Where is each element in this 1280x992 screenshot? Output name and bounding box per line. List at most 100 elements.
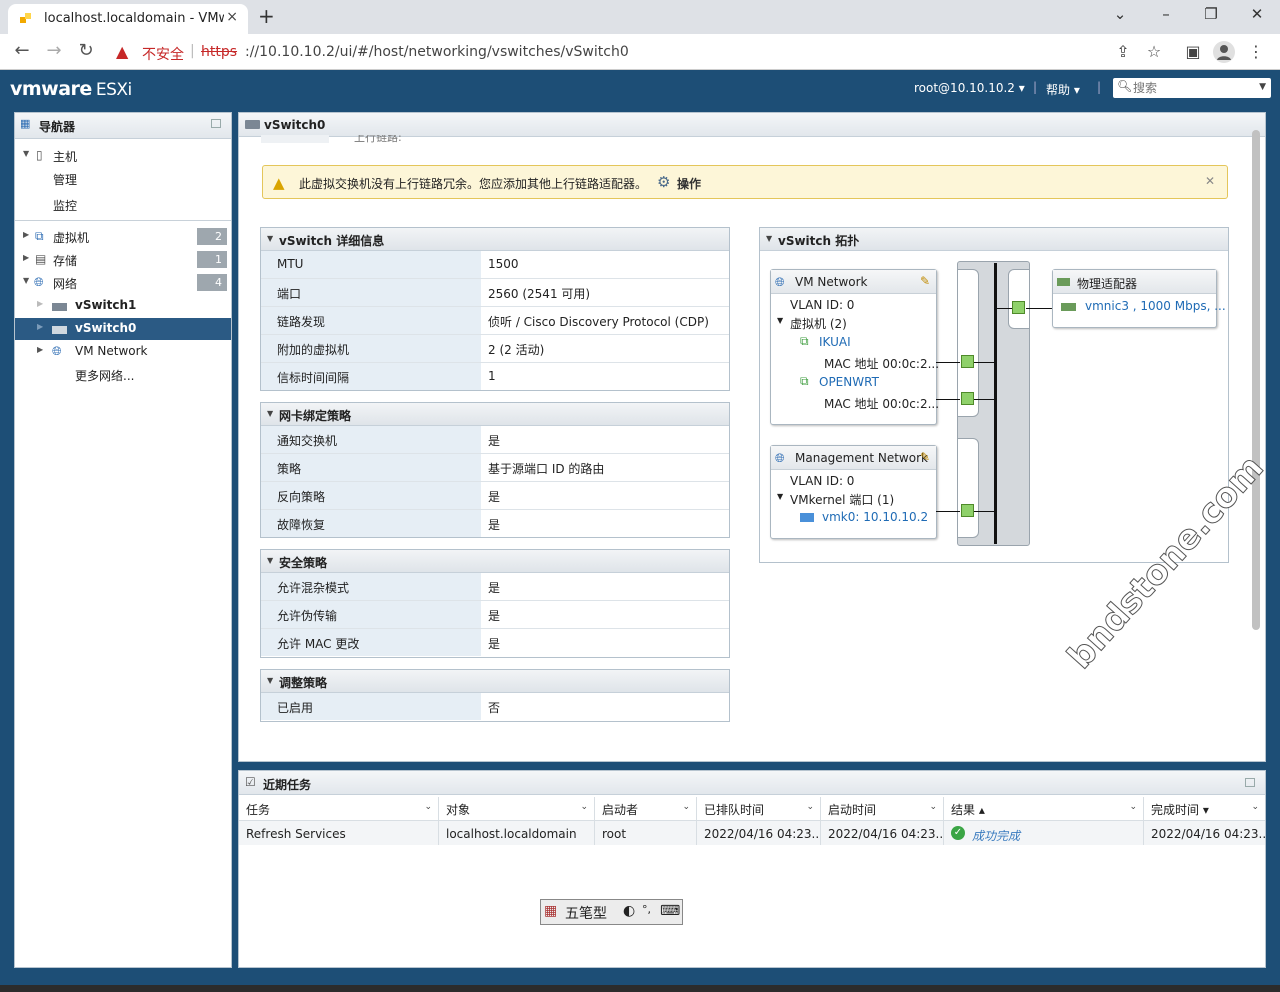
- browser-menu-icon[interactable]: ⋮: [1245, 42, 1267, 61]
- nav-item-storage[interactable]: ▶ ▤ 存储 1: [15, 249, 231, 271]
- close-icon[interactable]: ✕: [1205, 174, 1215, 188]
- nav-item-networking[interactable]: ▼ 🌐︎ 网络 4: [15, 272, 231, 294]
- nav-item-host[interactable]: ▼ ▯ 主机: [15, 145, 231, 167]
- connector-line: [936, 362, 960, 363]
- minimize-panel-icon[interactable]: [211, 119, 221, 128]
- url-field[interactable]: ▲ 不安全 | https ://10.10.10.2/ui/#/host/ne…: [108, 37, 1108, 67]
- chevron-down-icon[interactable]: ⌄: [1129, 802, 1137, 812]
- nav-item-vswitch1[interactable]: ▶ vSwitch1: [15, 295, 231, 317]
- nav-item-vm-network[interactable]: ▶ 🌐︎ VM Network: [15, 341, 231, 363]
- column-label: 启动时间: [828, 803, 877, 817]
- column-header-queued[interactable]: 已排队时间 ⌄: [697, 797, 821, 821]
- switch-port-icon[interactable]: [961, 392, 974, 405]
- property-value: 1: [488, 369, 496, 383]
- collapse-arrow-icon[interactable]: ▼: [267, 409, 273, 418]
- expand-arrow-icon[interactable]: ▼: [23, 276, 29, 285]
- new-tab-button[interactable]: +: [258, 4, 275, 28]
- reload-icon[interactable]: ↻: [74, 40, 98, 61]
- collapse-arrow-icon[interactable]: ▼: [267, 556, 273, 565]
- nav-item-vms[interactable]: ▶ ⧉ 虚拟机 2: [15, 226, 231, 248]
- panel-header[interactable]: ▼ vSwitch 拓扑: [760, 228, 1228, 251]
- property-row: 反向策略是: [261, 482, 729, 510]
- url-path: ://10.10.10.2/ui/#/host/networking/vswit…: [245, 44, 629, 60]
- sidebar-icon[interactable]: ▣: [1182, 42, 1204, 61]
- chevron-down-icon[interactable]: ⌄: [1251, 802, 1259, 812]
- share-icon[interactable]: ⇪: [1112, 42, 1134, 61]
- ime-punct-icon[interactable]: °,: [642, 903, 651, 916]
- actions-button[interactable]: 操作: [677, 175, 701, 192]
- vm-icon: ⧉: [35, 229, 44, 243]
- expand-arrow-icon[interactable]: ▶: [37, 299, 43, 308]
- search-box[interactable]: 🔍︎ ▼: [1113, 78, 1271, 98]
- vm-link-ikuai[interactable]: IKUAI: [819, 335, 851, 349]
- vswitch-port-slot: [957, 438, 979, 538]
- panel-header[interactable]: ▼ vSwitch 详细信息: [261, 228, 729, 251]
- result-text: 成功完成: [972, 829, 1021, 843]
- column-header-initiator[interactable]: 启动者 ⌄: [595, 797, 697, 821]
- user-menu[interactable]: root@10.10.10.2 ▾: [914, 81, 1025, 95]
- collapse-arrow-icon[interactable]: ▼: [267, 234, 273, 243]
- column-header-completed[interactable]: 完成时间 ▾ ⌄: [1144, 797, 1265, 821]
- help-menu[interactable]: 帮助 ▾: [1046, 81, 1080, 98]
- expand-arrow-icon[interactable]: ▶: [23, 253, 29, 262]
- expand-arrow-icon[interactable]: ▼: [777, 492, 783, 501]
- nav-item-vswitch0[interactable]: ▶ vSwitch0: [15, 318, 231, 340]
- expand-arrow-icon[interactable]: ▶: [37, 322, 43, 331]
- collapse-arrow-icon[interactable]: ▼: [766, 234, 772, 243]
- collapse-arrow-icon[interactable]: ▼: [267, 676, 273, 685]
- edit-pencil-icon[interactable]: ✎: [920, 274, 930, 288]
- search-icon: 🔍︎: [1117, 79, 1133, 93]
- ime-status-bar[interactable]: ▦ 五笔型 ◐ °, ⌨: [540, 899, 683, 925]
- expand-arrow-icon[interactable]: ▶: [23, 230, 29, 239]
- uplink-port-icon[interactable]: [1012, 301, 1025, 314]
- column-header-object[interactable]: 对象 ⌄: [439, 797, 595, 821]
- warning-icon[interactable]: ▲: [116, 42, 128, 61]
- nav-item-monitor[interactable]: 监控: [15, 194, 231, 216]
- panel-header[interactable]: ▼ 调整策略: [261, 670, 729, 693]
- gear-icon[interactable]: ⚙: [657, 173, 670, 191]
- tab-close-icon[interactable]: ×: [226, 9, 238, 25]
- expand-arrow-icon[interactable]: ▶: [37, 345, 43, 354]
- profile-avatar-icon[interactable]: [1213, 41, 1235, 63]
- search-input[interactable]: [1133, 80, 1253, 95]
- forward-icon[interactable]: →: [42, 40, 66, 61]
- vmnic-link[interactable]: vmnic3 , 1000 Mbps, ...: [1085, 299, 1226, 313]
- chevron-down-icon[interactable]: ⌄: [580, 802, 588, 812]
- expand-arrow-icon[interactable]: ▼: [777, 316, 783, 325]
- ime-moon-icon[interactable]: ◐: [623, 903, 635, 919]
- switch-port-icon[interactable]: [961, 504, 974, 517]
- chevron-down-icon[interactable]: ⌄: [806, 802, 814, 812]
- close-window-button[interactable]: ✕: [1247, 5, 1267, 23]
- bookmark-star-icon[interactable]: ☆: [1143, 42, 1165, 61]
- restore-button[interactable]: ❐: [1201, 5, 1221, 23]
- chevron-down-icon[interactable]: ⌄: [424, 802, 432, 812]
- physical-adapters-box[interactable]: 物理适配器 vmnic3 , 1000 Mbps, ...: [1052, 269, 1226, 328]
- security-label[interactable]: 不安全: [142, 44, 184, 64]
- panel-header[interactable]: ▼ 网卡绑定策略: [261, 403, 729, 426]
- back-icon[interactable]: ←: [10, 40, 34, 61]
- tab-search-icon[interactable]: ⌄: [1110, 5, 1130, 23]
- minimize-button[interactable]: –: [1156, 5, 1176, 23]
- vmk-link[interactable]: vmk0: 10.10.10.2: [822, 510, 928, 524]
- browser-tab[interactable]: localhost.localdomain - VMware ESXi ×: [8, 4, 248, 34]
- panel-header[interactable]: ▼ 安全策略: [261, 550, 729, 573]
- expand-arrow-icon[interactable]: ▼: [23, 149, 29, 158]
- nav-item-more-networks[interactable]: 更多网络...: [15, 364, 231, 386]
- minimize-panel-icon[interactable]: [1245, 778, 1255, 787]
- column-header-started[interactable]: 启动时间 ⌄: [821, 797, 944, 821]
- portgroup-vm-network[interactable]: 🌐︎ VM Network ✎ VLAN ID: 0 ▼ 虚拟机 (2) ⧉ IKU…: [770, 269, 939, 425]
- ime-keyboard-icon[interactable]: ⌨: [660, 903, 680, 919]
- chevron-down-icon[interactable]: ⌄: [682, 802, 690, 812]
- chevron-down-icon[interactable]: ⌄: [929, 802, 937, 812]
- chevron-down-icon[interactable]: ▼: [1259, 82, 1266, 92]
- column-header-result[interactable]: 结果 ▴ ⌄: [944, 797, 1144, 821]
- switch-port-icon[interactable]: [961, 355, 974, 368]
- edit-pencil-icon[interactable]: ✎: [920, 450, 930, 464]
- main-content-panel: vSwitch0 上行链路: ▲ 此虚拟交换机没有上行链路冗余。您应添加其他上行…: [238, 112, 1266, 762]
- ime-mode-label[interactable]: 五笔型: [565, 903, 607, 923]
- content-scrollbar[interactable]: [1252, 130, 1260, 630]
- column-header-task[interactable]: 任务 ⌄: [239, 797, 439, 821]
- portgroup-management-network[interactable]: 🌐︎ Management Network ✎ VLAN ID: 0 ▼ VMker…: [770, 445, 937, 539]
- vm-link-openwrt[interactable]: OPENWRT: [819, 375, 879, 389]
- nav-item-manage[interactable]: 管理: [15, 168, 231, 190]
